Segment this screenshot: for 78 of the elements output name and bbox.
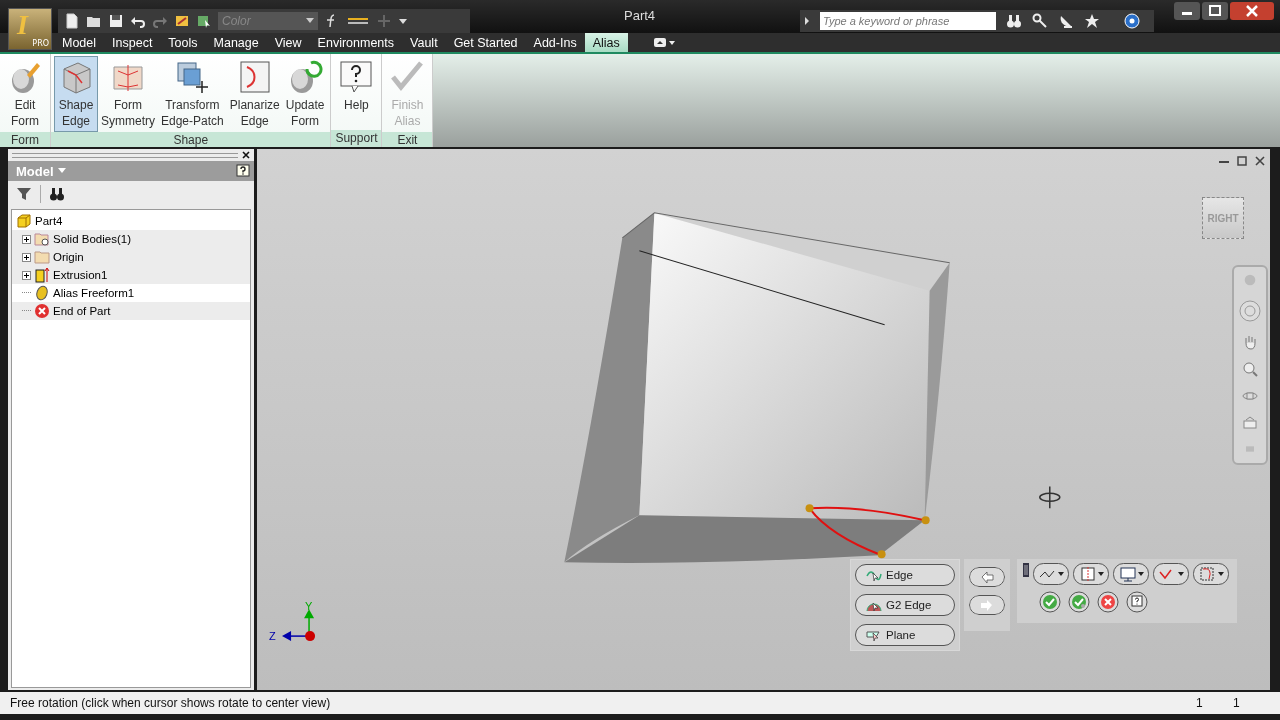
- redo-button[interactable]: [969, 595, 1005, 615]
- ribbon-tab[interactable]: Tools: [160, 33, 206, 52]
- new-file-icon[interactable]: [64, 12, 80, 29]
- ribbon-tab[interactable]: Alias: [584, 33, 628, 52]
- star-icon[interactable]: [1084, 13, 1100, 29]
- ribbon-group-label: Support: [331, 130, 382, 147]
- edition-label: PRO: [32, 39, 49, 48]
- status-field: 1: [1196, 696, 1233, 710]
- ribbon-button[interactable]: Shape Edge: [54, 56, 98, 132]
- move-icon: [174, 59, 211, 95]
- mini-toolbar-button[interactable]: G2 Edge: [855, 594, 955, 616]
- tree-item[interactable]: Solid Bodies(1): [12, 230, 250, 248]
- curve-dropdown-button[interactable]: [1033, 563, 1069, 585]
- mini-toolbar-button[interactable]: Edge: [855, 564, 955, 586]
- mini-toolbar-button[interactable]: Plane: [855, 624, 955, 646]
- apply-button[interactable]: [1068, 591, 1090, 613]
- monitor-dropdown-button[interactable]: [1113, 563, 1149, 585]
- caret-icon: [306, 17, 314, 24]
- satellite-dish-icon[interactable]: [1058, 13, 1074, 29]
- save-icon[interactable]: [108, 12, 124, 29]
- expand-icon[interactable]: [22, 252, 31, 262]
- status-message: Free rotation (click when cursor shows rotate to center view): [10, 696, 332, 710]
- zoom-icon[interactable]: [1242, 360, 1258, 377]
- ribbon-tab[interactable]: Model: [54, 33, 105, 52]
- edge-icon: [866, 568, 882, 582]
- expand-icon[interactable]: [22, 234, 31, 244]
- tree-item[interactable]: Extrusion1: [12, 266, 250, 284]
- ribbon-tab[interactable]: Manage: [205, 33, 267, 52]
- ribbon-tab[interactable]: View: [266, 33, 310, 52]
- close-button[interactable]: [1230, 2, 1274, 20]
- plane-icon: [866, 628, 882, 642]
- extrusion-icon: [34, 267, 50, 283]
- ribbon-toggle-icon[interactable]: [653, 38, 676, 48]
- help-icon[interactable]: [236, 164, 250, 178]
- tree-item[interactable]: End of Part: [12, 302, 250, 320]
- ribbon-tab[interactable]: Inspect: [104, 33, 161, 52]
- ribbon-button[interactable]: Update Form: [282, 56, 328, 132]
- ribbon-tab[interactable]: Get Started: [445, 33, 526, 52]
- minimize-button[interactable]: [1174, 2, 1200, 20]
- axis-indicator: Y Z: [269, 600, 316, 643]
- ribbon-button[interactable]: Edit Form: [3, 56, 47, 132]
- edit-points-dropdown-button[interactable]: [1193, 563, 1229, 585]
- maximize-button[interactable]: [1202, 2, 1228, 20]
- frame-dropdown-button[interactable]: [1073, 563, 1109, 585]
- undo-button[interactable]: [969, 567, 1005, 587]
- ribbon-button[interactable]: Transform Edge-Patch: [158, 56, 227, 132]
- binoculars-icon[interactable]: [49, 186, 65, 202]
- expand-arrow-icon[interactable]: [804, 16, 810, 26]
- freeform-icon: [34, 285, 50, 301]
- folder-icon: [34, 231, 50, 247]
- ribbon-button[interactable]: Form Symmetry: [98, 56, 158, 132]
- rotate-cursor-icon: [1039, 485, 1061, 510]
- accept-button[interactable]: [1039, 591, 1061, 613]
- search-field[interactable]: Type a keyword or phrase: [820, 12, 996, 30]
- filter-icon[interactable]: [16, 186, 32, 202]
- help-icon: [338, 59, 375, 95]
- curve-dropdown-button[interactable]: [1153, 563, 1189, 585]
- application-button[interactable]: I PRO: [8, 8, 52, 50]
- tree-item[interactable]: Part4: [12, 212, 250, 230]
- restore-icon[interactable]: [1236, 155, 1248, 167]
- expand-icon[interactable]: [22, 270, 31, 280]
- cube-icon: [16, 213, 32, 229]
- stop-icon: [34, 303, 50, 319]
- caret-icon[interactable]: [57, 168, 66, 174]
- ribbon-tab[interactable]: Vault: [402, 33, 446, 52]
- tree-item[interactable]: Origin: [12, 248, 250, 266]
- ribbon-tab[interactable]: Add-Ins: [525, 33, 585, 52]
- ribbon-button[interactable]: Help: [334, 56, 379, 116]
- app-logo: I: [17, 9, 28, 41]
- ribbon-tab[interactable]: Environments: [309, 33, 403, 52]
- grip-icon[interactable]: [1023, 563, 1029, 577]
- binoculars-icon[interactable]: [1006, 13, 1022, 29]
- window-title: Part4: [624, 8, 656, 23]
- edge-curve[interactable]: [805, 504, 930, 559]
- status-field: 1: [1233, 696, 1270, 710]
- ribbon-button[interactable]: Planarize Edge: [226, 56, 283, 132]
- cancel-button[interactable]: [1097, 591, 1119, 613]
- help-button[interactable]: [1126, 591, 1148, 613]
